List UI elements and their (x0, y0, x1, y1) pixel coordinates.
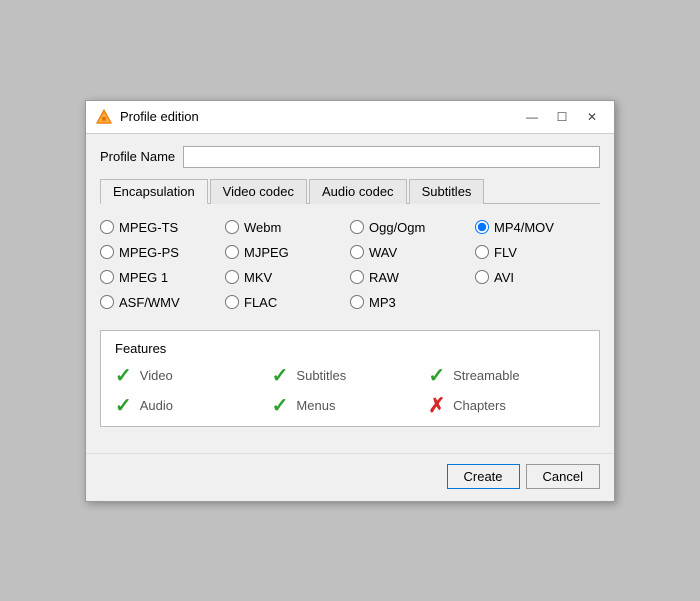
feature-audio: ✓ Audio (115, 396, 272, 416)
close-button[interactable]: ✕ (578, 107, 606, 127)
window-content: Profile Name Encapsulation Video codec A… (86, 134, 614, 439)
tab-audio-codec[interactable]: Audio codec (309, 179, 407, 204)
check-icon-audio: ✓ (115, 396, 132, 416)
profile-name-row: Profile Name (100, 146, 600, 168)
profile-edition-window: Profile edition — ☐ ✕ Profile Name Encap… (85, 100, 615, 502)
feature-chapters: ✗ Chapters (428, 396, 585, 416)
radio-asf-wmv[interactable]: ASF/WMV (100, 295, 225, 310)
window-title: Profile edition (120, 109, 199, 124)
vlc-icon (94, 107, 114, 127)
feature-video: ✓ Video (115, 366, 272, 386)
title-bar-left: Profile edition (94, 107, 199, 127)
feature-label-subtitles: Subtitles (296, 368, 346, 383)
feature-menus: ✓ Menus (272, 396, 429, 416)
radio-mjpeg[interactable]: MJPEG (225, 245, 350, 260)
maximize-button[interactable]: ☐ (548, 107, 576, 127)
tab-encapsulation[interactable]: Encapsulation (100, 179, 208, 204)
cross-icon-chapters: ✗ (428, 396, 445, 416)
features-grid: ✓ Video ✓ Subtitles ✓ Streamable ✓ Audio… (115, 366, 585, 416)
feature-label-audio: Audio (140, 398, 173, 413)
create-button[interactable]: Create (447, 464, 520, 489)
radio-wav[interactable]: WAV (350, 245, 475, 260)
title-bar: Profile edition — ☐ ✕ (86, 101, 614, 134)
radio-placeholder (475, 295, 600, 310)
radio-mpeg1[interactable]: MPEG 1 (100, 270, 225, 285)
tab-subtitles[interactable]: Subtitles (409, 179, 485, 204)
tab-video-codec[interactable]: Video codec (210, 179, 307, 204)
feature-streamable: ✓ Streamable (428, 366, 585, 386)
features-box: Features ✓ Video ✓ Subtitles ✓ Streamabl… (100, 330, 600, 427)
check-icon-streamable: ✓ (428, 366, 445, 386)
radio-raw[interactable]: RAW (350, 270, 475, 285)
profile-name-input[interactable] (183, 146, 600, 168)
radio-avi[interactable]: AVI (475, 270, 600, 285)
radio-flac[interactable]: FLAC (225, 295, 350, 310)
feature-label-chapters: Chapters (453, 398, 506, 413)
minimize-button[interactable]: — (518, 107, 546, 127)
check-icon-menus: ✓ (272, 396, 289, 416)
radio-mkv[interactable]: MKV (225, 270, 350, 285)
feature-subtitles: ✓ Subtitles (272, 366, 429, 386)
profile-name-label: Profile Name (100, 149, 175, 164)
feature-label-video: Video (140, 368, 173, 383)
radio-flv[interactable]: FLV (475, 245, 600, 260)
check-icon-subtitles: ✓ (272, 366, 289, 386)
radio-ogg-ogm[interactable]: Ogg/Ogm (350, 220, 475, 235)
feature-label-menus: Menus (296, 398, 335, 413)
check-icon-video: ✓ (115, 366, 132, 386)
features-title: Features (115, 341, 585, 356)
feature-label-streamable: Streamable (453, 368, 519, 383)
tab-bar: Encapsulation Video codec Audio codec Su… (100, 178, 600, 204)
cancel-button[interactable]: Cancel (526, 464, 600, 489)
radio-mpeg-ps[interactable]: MPEG-PS (100, 245, 225, 260)
radio-mp4-mov[interactable]: MP4/MOV (475, 220, 600, 235)
encapsulation-options: MPEG-TS Webm Ogg/Ogm MP4/MOV MPEG-PS MJP… (100, 216, 600, 314)
bottom-bar: Create Cancel (86, 453, 614, 501)
radio-mpeg-ts[interactable]: MPEG-TS (100, 220, 225, 235)
radio-webm[interactable]: Webm (225, 220, 350, 235)
title-controls: — ☐ ✕ (518, 107, 606, 127)
radio-mp3[interactable]: MP3 (350, 295, 475, 310)
